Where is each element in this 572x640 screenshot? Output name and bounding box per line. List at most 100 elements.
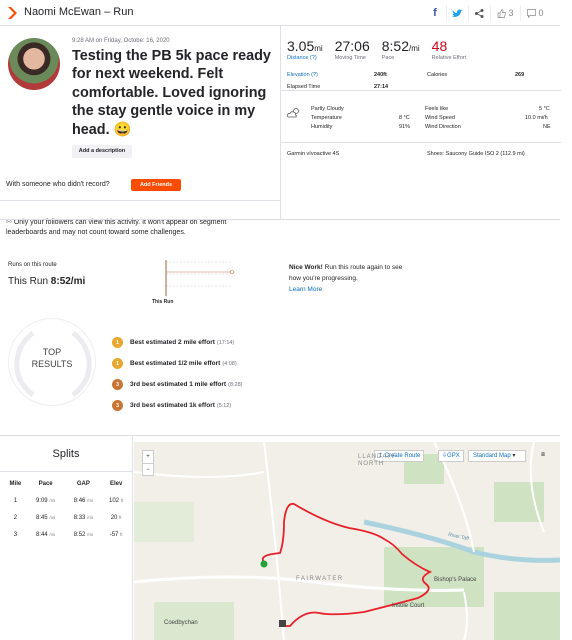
medal-icon: 1	[112, 358, 123, 369]
comment-icon	[527, 8, 537, 18]
stat-relative-effort[interactable]: 48 Relative Effort	[432, 38, 466, 61]
divider	[281, 142, 561, 143]
best-effort-item[interactable]: 1 Best estimated 2 mile effort (17:14)	[112, 332, 242, 353]
shoes-info: Shoes: Saucony Guide ISO 2 (112.9 mi)	[427, 151, 525, 157]
elevation-label[interactable]: Elevation (?)	[287, 72, 318, 78]
humidity-value: 91%	[399, 124, 411, 130]
split-gap: 8:52 /mi	[73, 531, 94, 538]
distance-label[interactable]: Distance (?)	[287, 55, 323, 61]
split-mile: 2	[13, 514, 18, 521]
feels-like-label: Feels like	[425, 106, 449, 112]
map-type-select[interactable]: Standard Map ▾	[468, 450, 526, 462]
route-history-chart	[165, 260, 234, 296]
device-name: Garmin vívoactive 4S	[287, 151, 340, 157]
strava-chevron-icon	[8, 7, 17, 19]
divider	[0, 200, 280, 201]
kudos-button[interactable]: 3	[490, 5, 520, 21]
splits-title: Splits	[0, 436, 132, 472]
feels-like-value: 5 °C	[539, 106, 550, 112]
best-effort-item[interactable]: 3 3rd best estimated 1 mile effort (8:28)	[112, 374, 242, 395]
splits-header-gap: GAP	[76, 481, 90, 487]
smile-emoji-icon: 😀	[113, 121, 132, 138]
stat-pace: 8:52/mi Pace	[381, 38, 420, 61]
route-label: Runs on this route	[8, 262, 57, 268]
comment-count: 0	[538, 8, 544, 18]
map-label-coedbychan: Coedbychan	[164, 620, 198, 626]
gpx-button[interactable]: ⇩GPX	[438, 450, 464, 462]
splits-panel: Splits Mile Pace GAP Elev 1 9:09 /mi 8:46 …	[0, 436, 133, 640]
partly-cloudy-icon	[287, 108, 299, 118]
share-icon[interactable]	[468, 5, 490, 21]
best-effort-item[interactable]: 1 Best estimated 1/2 mile effort (4:08)	[112, 353, 242, 374]
facebook-icon[interactable]: f	[424, 5, 446, 21]
with-someone-text: With someone who didn't record?	[6, 181, 110, 188]
wind-speed-label: Wind Speed	[425, 115, 455, 121]
stat-moving-time: 27:06 Moving Time	[334, 38, 370, 61]
effort-name: Best estimated 2 mile effort	[130, 339, 215, 346]
zoom-in-button[interactable]: +	[143, 451, 153, 464]
zoom-out-button[interactable]: −	[143, 464, 153, 476]
map-canvas	[134, 442, 560, 640]
effort-name: 3rd best estimated 1k effort	[130, 402, 215, 409]
avatar[interactable]	[8, 38, 60, 90]
table-row: 1 9:09 /mi 8:46 /mi 102 ft	[4, 492, 130, 509]
split-elev: 102 ft	[109, 497, 124, 504]
map-road	[263, 442, 285, 640]
temperature-value: 8 °C	[399, 115, 410, 121]
add-friends-button[interactable]: Add Friends	[131, 179, 181, 191]
chevron-down-icon: ▾	[512, 453, 516, 459]
map-label-bishops-palace: Bishop's Palace	[434, 577, 477, 583]
splits-header-pace: Pace	[38, 481, 53, 487]
activity-stats-panel: 3.05mi Distance (?) 27:06 Moving Time 8:…	[280, 26, 561, 219]
humidity-label: Humidity	[311, 124, 333, 130]
medal-icon: 1	[112, 337, 123, 348]
map-green-area	[494, 482, 544, 522]
top-results-label: TOP RESULTS	[31, 347, 73, 369]
weather-condition: Partly Cloudy	[311, 106, 344, 112]
split-mile: 3	[13, 531, 18, 538]
header-bar: Naomi McEwan – Run f 3 0	[0, 0, 560, 26]
chart-tag: This Run	[152, 299, 174, 305]
table-row: 2 8:45 /mi 8:33 /mi 20 ft	[4, 509, 130, 526]
map-green-area	[494, 592, 560, 640]
calories-label: Calories	[427, 72, 448, 78]
temperature-label: Temperature	[311, 115, 342, 121]
add-description-button[interactable]: Add a description	[72, 145, 132, 158]
top-results-badge: TOP RESULTS	[8, 318, 96, 406]
effort-time: (8:28)	[228, 381, 243, 388]
elevation-value: 240ft	[374, 72, 387, 78]
map-label-insole-court: Insole Court	[392, 603, 425, 609]
fullscreen-icon[interactable]: ⧈	[536, 450, 550, 462]
split-gap: 8:46 /mi	[73, 497, 94, 504]
effort-time: (5:12)	[216, 402, 232, 409]
effort-time: (4:08)	[222, 360, 237, 367]
splits-table: Mile Pace GAP Elev 1 9:09 /mi 8:46 /mi 102 …	[4, 476, 130, 543]
route-map[interactable]: + − ↥ Create Route ⇩GPX Standard Map ▾ ⧈…	[134, 442, 560, 640]
split-gap: 8:33 /mi	[73, 514, 94, 521]
table-row: 3 8:44 /mi 8:52 /mi -57 ft	[4, 526, 130, 543]
map-label-fairwater: FAIRWATER	[296, 576, 344, 582]
split-elev: -57 ft	[109, 531, 123, 538]
chart-point	[230, 270, 234, 274]
thumbs-up-icon	[498, 8, 507, 18]
activity-title[interactable]: Testing the PB 5k pace ready for next we…	[72, 47, 272, 139]
twitter-icon[interactable]	[446, 5, 468, 21]
best-effort-item[interactable]: 3 3rd best estimated 1k effort (5:12)	[112, 395, 242, 416]
calories-value: 269	[515, 72, 525, 78]
split-pace: 9:09 /mi	[35, 497, 56, 504]
elapsed-label: Elapsed Time	[287, 84, 321, 90]
zoom-controls: + −	[142, 450, 154, 476]
route-prompt: Nice Work! Run this route again to see h…	[289, 264, 403, 293]
divider	[281, 90, 561, 91]
this-run-pace: This Run 8:52/mi	[8, 276, 86, 287]
comment-button[interactable]: 0	[520, 5, 550, 21]
wind-direction-value: NE	[543, 124, 551, 130]
splits-header-elev: Elev	[109, 481, 123, 487]
medal-icon: 3	[112, 400, 123, 411]
activity-timestamp: 9:28 AM on Friday, Octobe: 16, 2020	[72, 38, 170, 44]
elapsed-value: 27:14	[374, 84, 389, 90]
stat-distance: 3.05mi Distance (?)	[287, 38, 323, 61]
map-green-area	[134, 502, 194, 542]
learn-more-link[interactable]: Learn More	[289, 286, 322, 293]
wind-direction-label: Wind Direction	[425, 124, 461, 130]
